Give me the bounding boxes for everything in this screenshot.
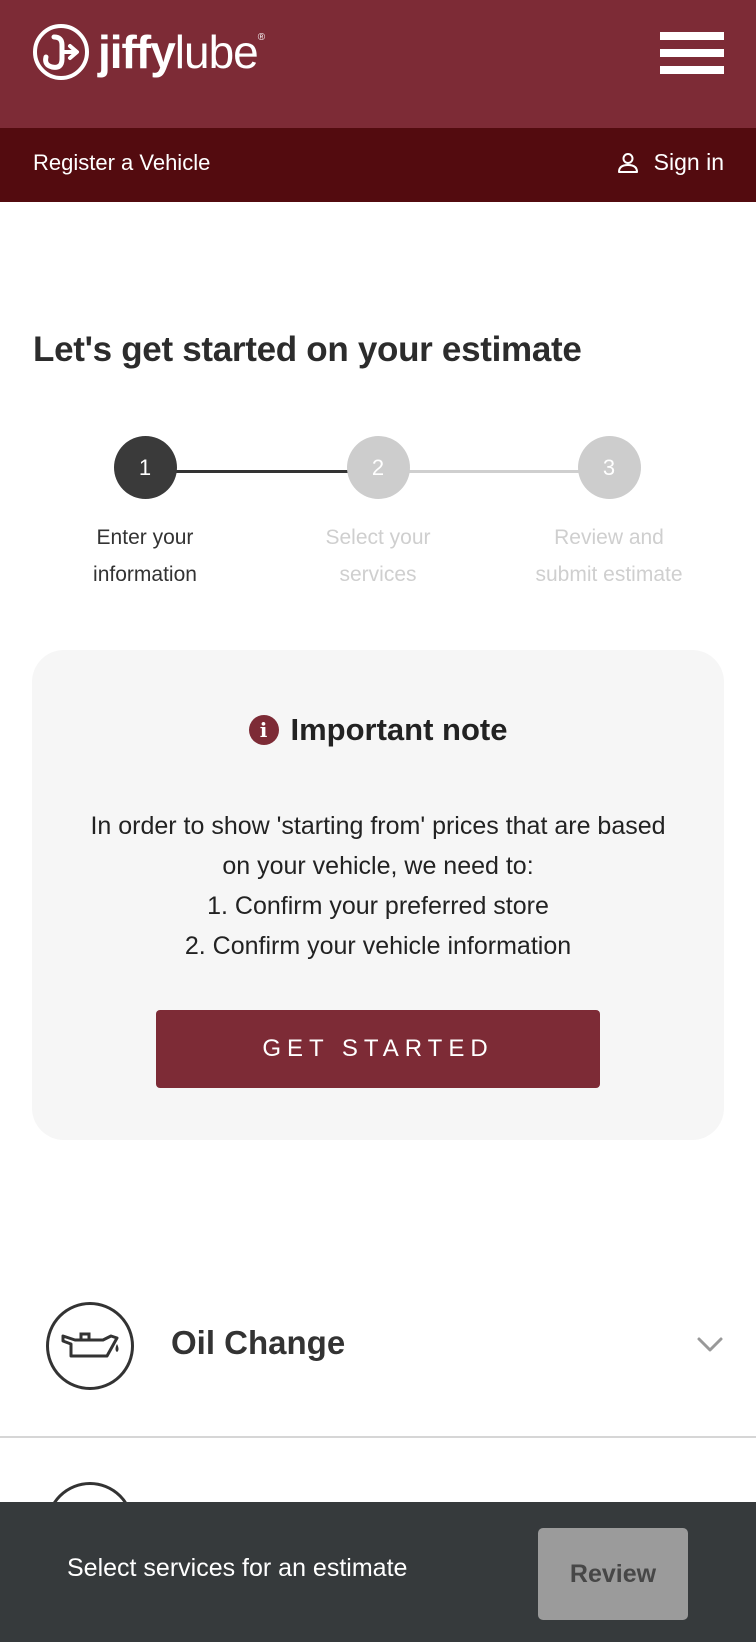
note-title: Important note	[290, 712, 508, 747]
service-label: Oil Change	[171, 1324, 346, 1361]
step-label: Enter your information	[93, 526, 197, 586]
step-1: 1 Enter your information	[45, 436, 245, 593]
page-title: Let's get started on your estimate	[33, 330, 582, 369]
oil-can-icon	[46, 1302, 134, 1390]
note-body: In order to show 'starting from' prices …	[72, 806, 684, 966]
logo-wordmark: jiffylube®	[98, 26, 265, 78]
estimate-bottom-bar: Select services for an estimate Review	[0, 1502, 756, 1642]
step-number: 2	[346, 436, 410, 499]
sign-in-link[interactable]: Sign in	[616, 149, 724, 176]
note-heading: i Important note	[32, 712, 724, 748]
logo-mark-icon	[33, 24, 89, 80]
step-label: Select your services	[325, 526, 431, 586]
hamburger-menu-icon[interactable]	[660, 32, 724, 80]
step-label: Review and submit estimate	[535, 526, 683, 586]
chevron-down-icon[interactable]	[696, 1330, 724, 1358]
step-2: 2 Select your services	[278, 436, 478, 593]
service-row-oil-change[interactable]: Oil Change	[0, 1298, 756, 1438]
jiffy-lube-logo[interactable]: jiffylube®	[32, 22, 265, 82]
top-header: jiffylube®	[0, 0, 756, 128]
review-button[interactable]: Review	[538, 1528, 688, 1620]
sign-in-label: Sign in	[653, 149, 724, 175]
important-note-card: i Important note In order to show 'start…	[32, 650, 724, 1140]
register-vehicle-link[interactable]: Register a Vehicle	[33, 150, 210, 176]
user-icon	[617, 152, 638, 173]
note-line: 1. Confirm your preferred store	[207, 892, 549, 920]
sub-navigation: Register a Vehicle Sign in	[0, 128, 756, 202]
note-line: on your vehicle, we need to:	[222, 852, 534, 880]
step-number: 3	[577, 436, 641, 499]
note-line: 2. Confirm your vehicle information	[184, 932, 572, 960]
info-icon: i	[248, 715, 279, 745]
note-line: In order to show 'starting from' prices …	[90, 812, 666, 840]
progress-stepper: 1 Enter your information 2 Select your s…	[0, 436, 756, 596]
bottom-bar-text: Select services for an estimate	[67, 1554, 408, 1582]
step-number: 1	[113, 436, 177, 499]
step-3: 3 Review and submit estimate	[509, 436, 709, 593]
get-started-button[interactable]: GET STARTED	[156, 1010, 600, 1088]
